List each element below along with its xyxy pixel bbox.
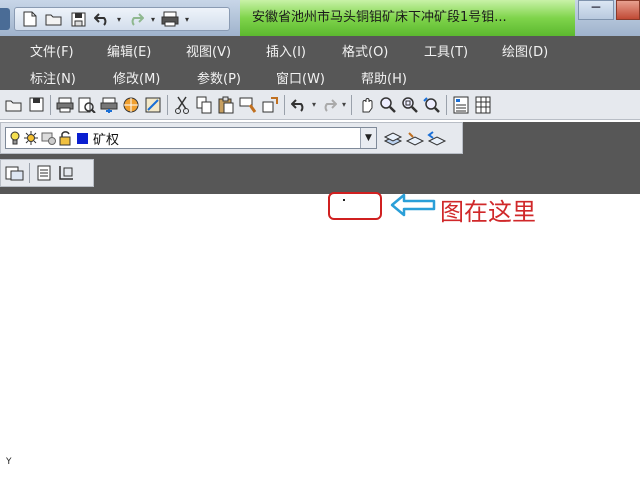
- open-folder-icon[interactable]: [43, 9, 65, 29]
- zoom-realtime-icon[interactable]: [378, 95, 398, 115]
- plot-icon[interactable]: [159, 9, 181, 29]
- new-file-icon[interactable]: [19, 9, 41, 29]
- save-icon[interactable]: [67, 9, 89, 29]
- toolbar-separator: [50, 94, 51, 115]
- highlight-box: [328, 192, 382, 220]
- sun-icon: [24, 131, 38, 145]
- zoom-previous-icon[interactable]: [422, 95, 442, 115]
- menu-format[interactable]: 格式(O): [342, 41, 388, 60]
- toolbar-separator: [446, 94, 447, 115]
- layout-icon[interactable]: [5, 163, 25, 183]
- lightbulb-icon: [10, 131, 20, 145]
- ucs-y-label: Y: [6, 457, 12, 467]
- undo-icon[interactable]: [289, 95, 309, 115]
- application-menu-button[interactable]: [0, 8, 10, 30]
- menu-parametric[interactable]: 参数(P): [197, 68, 241, 87]
- save-icon[interactable]: [26, 95, 46, 115]
- cut-icon[interactable]: [172, 95, 192, 115]
- 3d-dwf-icon[interactable]: [121, 95, 141, 115]
- layer-previous-icon[interactable]: [427, 128, 447, 148]
- match-properties-icon[interactable]: [238, 95, 258, 115]
- pan-icon[interactable]: [356, 95, 376, 115]
- standard-toolbar: ▾ ▾: [0, 90, 640, 120]
- toolbar-separator: [167, 94, 168, 115]
- undo-dropdown-icon[interactable]: ▾: [115, 15, 123, 24]
- menu-draw[interactable]: 绘图(D): [502, 41, 548, 60]
- annotation-text: 图在这里: [440, 198, 536, 226]
- unlock-icon: [59, 131, 71, 146]
- current-layer-name: 矿权: [93, 132, 120, 148]
- close-button[interactable]: [616, 0, 640, 20]
- menu-tools[interactable]: 工具(T): [424, 41, 468, 60]
- layer-color-swatch: [77, 132, 88, 144]
- layer-properties-icon[interactable]: [383, 128, 403, 148]
- etransmit-icon[interactable]: [143, 95, 163, 115]
- menu-help[interactable]: 帮助(H): [361, 68, 407, 87]
- drawing-object[interactable]: [343, 199, 345, 201]
- plot-icon[interactable]: [55, 95, 75, 115]
- open-folder-icon[interactable]: [4, 95, 24, 115]
- ucs-icon[interactable]: [56, 163, 76, 183]
- utility-toolbar: [0, 159, 94, 187]
- toolbar-separator: [284, 94, 285, 115]
- layers-toolbar: 矿权 ▼: [0, 122, 463, 154]
- copy-icon[interactable]: [194, 95, 214, 115]
- window-title: 安徽省池州市马头铜钼矿床下冲矿段1号钼...: [240, 0, 575, 36]
- minimize-button[interactable]: ─: [578, 0, 614, 20]
- sheet-set-icon[interactable]: [34, 163, 54, 183]
- redo-icon[interactable]: [125, 9, 147, 29]
- publish-icon[interactable]: [99, 95, 119, 115]
- quick-access-toolbar: ▾ ▾ ▾: [14, 7, 230, 31]
- block-editor-icon[interactable]: [260, 95, 280, 115]
- undo-dropdown-icon[interactable]: ▾: [310, 100, 318, 109]
- menu-window[interactable]: 窗口(W): [276, 68, 325, 87]
- redo-dropdown-icon[interactable]: ▾: [340, 100, 348, 109]
- drawing-canvas[interactable]: [0, 194, 640, 480]
- menu-insert[interactable]: 插入(I): [266, 41, 306, 60]
- toolbar-separator: [29, 163, 30, 183]
- toolbar-separator: [351, 94, 352, 115]
- make-current-layer-icon[interactable]: [405, 128, 425, 148]
- menu-bar: 文件(F) 编辑(E) 视图(V) 插入(I) 格式(O) 工具(T) 绘图(D…: [0, 36, 640, 90]
- toolbar-dock-area: [94, 159, 640, 187]
- menu-dimension[interactable]: 标注(N): [30, 68, 76, 87]
- paste-icon[interactable]: [216, 95, 236, 115]
- title-bar: ▾ ▾ ▾ 安徽省池州市马头铜钼矿床下冲矿段1号钼... ─: [0, 0, 640, 36]
- chevron-down-icon[interactable]: ▼: [360, 128, 376, 148]
- menu-view[interactable]: 视图(V): [186, 41, 231, 60]
- redo-icon[interactable]: [319, 95, 339, 115]
- quick-access-more-icon[interactable]: ▾: [183, 15, 191, 24]
- properties-icon[interactable]: [451, 95, 471, 115]
- menu-row-2: 标注(N) 修改(M) 参数(P) 窗口(W) 帮助(H): [0, 63, 640, 90]
- plot-preview-icon[interactable]: [77, 95, 97, 115]
- menu-file[interactable]: 文件(F): [30, 41, 74, 60]
- zoom-window-icon[interactable]: [400, 95, 420, 115]
- viewport-freeze-icon: [41, 132, 56, 145]
- toolbar-dock-area: [0, 187, 640, 194]
- layer-dropdown[interactable]: 矿权 ▼: [5, 127, 377, 149]
- menu-edit[interactable]: 编辑(E): [107, 41, 151, 60]
- toolbar-dock-area: [463, 122, 640, 154]
- redo-dropdown-icon[interactable]: ▾: [149, 15, 157, 24]
- menu-row-1: 文件(F) 编辑(E) 视图(V) 插入(I) 格式(O) 工具(T) 绘图(D…: [0, 36, 640, 63]
- menu-modify[interactable]: 修改(M): [113, 68, 160, 87]
- arrow-left-icon: [390, 193, 436, 217]
- design-center-icon[interactable]: [473, 95, 493, 115]
- undo-icon[interactable]: [91, 9, 113, 29]
